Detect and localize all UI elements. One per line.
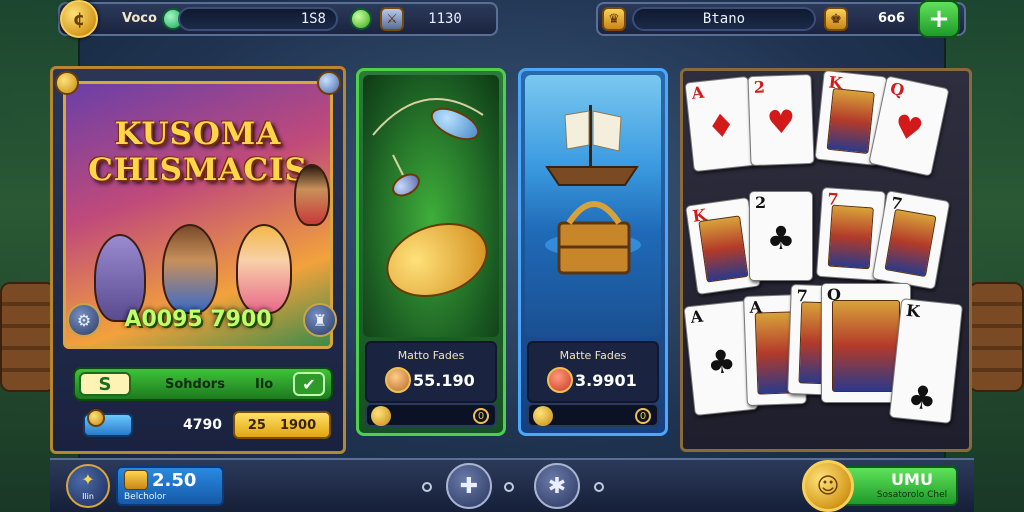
treasure-box-icon (124, 470, 148, 490)
bonus-value: 2.50 (152, 470, 197, 491)
boy-character (162, 224, 218, 314)
barrel-right-decoration (968, 282, 1024, 392)
nav-dot-right[interactable] (594, 482, 604, 492)
fishing-value: 55.190 (413, 371, 475, 390)
shop-subtitle: Sosatorolo Chel (876, 490, 948, 500)
bonus-button[interactable]: 2.50 Belcholor (116, 466, 224, 506)
featured-game-panel[interactable]: KUSOMA CHISMACIS A0095 7900 ⚙ ♜ S Sohdor… (50, 66, 346, 454)
bet-text-left: Sohdors (165, 377, 225, 392)
coin-icon (533, 406, 553, 426)
fishing-badge[interactable]: 0 (473, 408, 489, 424)
playing-card: A ♦ (684, 75, 758, 173)
title-line-2: CHISMACIS (88, 152, 308, 188)
playing-card: K ♣ (888, 298, 964, 424)
girl-character (236, 224, 292, 314)
title-line-1: KUSOMA (114, 116, 282, 152)
emerald-icon (350, 8, 372, 30)
card-game-panel[interactable]: A ♦ 2 ♥ K Q ♥ K 2 ♣ 7 7 A ♣ A 7 Q K ♣ (680, 68, 972, 452)
bet-text-right: Ilo (255, 377, 274, 392)
balance-display: 1S8 (178, 7, 338, 31)
bet-symbol-button[interactable]: S (79, 372, 131, 396)
trophy-icon[interactable]: ♛ (602, 7, 626, 31)
coin-small-icon (87, 409, 105, 427)
jackpot-amount: A0095 7900 (124, 307, 272, 332)
ship-icon (545, 105, 641, 275)
puzzle-icon[interactable]: ✚ (446, 463, 492, 509)
coin-icon[interactable]: ¢ (60, 0, 98, 38)
pirate-avatar (547, 367, 573, 393)
featured-game-artwork[interactable]: KUSOMA CHISMACIS A0095 7900 (63, 81, 333, 349)
treasure-info-box: Matte Fades 3.9901 (527, 341, 659, 403)
barrel-left-decoration (0, 282, 56, 392)
right-label-display: Btano (632, 7, 816, 31)
stat-mid: 25 (247, 417, 266, 433)
check-icon[interactable]: ✔ (293, 372, 325, 396)
treasure-title: Matte Fades (559, 349, 627, 362)
star-icon: ✦ (81, 470, 95, 489)
star-nav-icon[interactable]: ✱ (534, 463, 580, 509)
settings-icon[interactable]: ⚙ (67, 303, 101, 337)
blue-gem-icon (317, 71, 341, 95)
crown-icon[interactable]: ♚ (824, 7, 848, 31)
treasure-value: 3.9901 (575, 371, 637, 390)
treasure-game-card[interactable]: Matte Fades 3.9901 0 (518, 68, 668, 436)
treasure-badge[interactable]: 0 (635, 408, 651, 424)
info-icon[interactable]: ♜ (303, 303, 337, 337)
fishing-game-artwork[interactable] (363, 75, 499, 337)
top-left-label: Voco (122, 11, 157, 26)
bet-bar[interactable]: S Sohdors Ilo ✔ (73, 367, 333, 401)
treasure-game-artwork[interactable] (525, 75, 661, 337)
stat-right: 1900 (279, 417, 317, 433)
side-character (294, 164, 330, 226)
fishing-game-card[interactable]: Matto Fades 55.190 0 (356, 68, 506, 436)
bottom-bar: ✦ Ilin 2.50 Belcholor ✚ ✱ UMU Sosatorolo… (50, 458, 974, 512)
profile-badge[interactable]: ✦ Ilin (66, 464, 110, 508)
add-currency-button[interactable]: + (918, 0, 960, 38)
coin-icon (371, 406, 391, 426)
fisher-avatar (385, 367, 411, 393)
fishing-footer[interactable]: 0 (365, 403, 497, 427)
gems-display: 1130 (428, 11, 462, 27)
stat-left: 4790 (183, 417, 222, 433)
fishing-info-box: Matto Fades 55.190 (365, 341, 497, 403)
shop-value: UMU (891, 470, 933, 489)
stat-bar[interactable]: 25 1900 (233, 411, 331, 439)
bonus-subtitle: Belcholor (124, 492, 167, 502)
playing-card: 2 ♥ (747, 73, 815, 167)
top-bar: Voco 1S8 ⚔ 1130 ¢ ♛ Btano ♚ 6o6 + (50, 0, 974, 40)
treasure-footer[interactable]: 0 (527, 403, 659, 427)
playing-card: 2 ♣ (749, 191, 813, 281)
shop-button[interactable]: UMU Sosatorolo Chel (840, 466, 958, 506)
top-right-value: 6o6 (878, 11, 906, 26)
nav-dot-left[interactable] (422, 482, 432, 492)
fishing-title: Matto Fades (397, 349, 465, 362)
nav-dot-mid[interactable] (504, 482, 514, 492)
gold-gem-icon (55, 71, 79, 95)
top-right-panel: ♛ Btano ♚ 6o6 (596, 2, 966, 36)
top-left-panel: Voco 1S8 ⚔ 1130 (58, 2, 498, 36)
gold-coin-icon[interactable]: ☺ (802, 460, 854, 512)
featured-game-title: KUSOMA CHISMACIS (66, 116, 330, 188)
profile-badge-label: Ilin (82, 492, 94, 501)
